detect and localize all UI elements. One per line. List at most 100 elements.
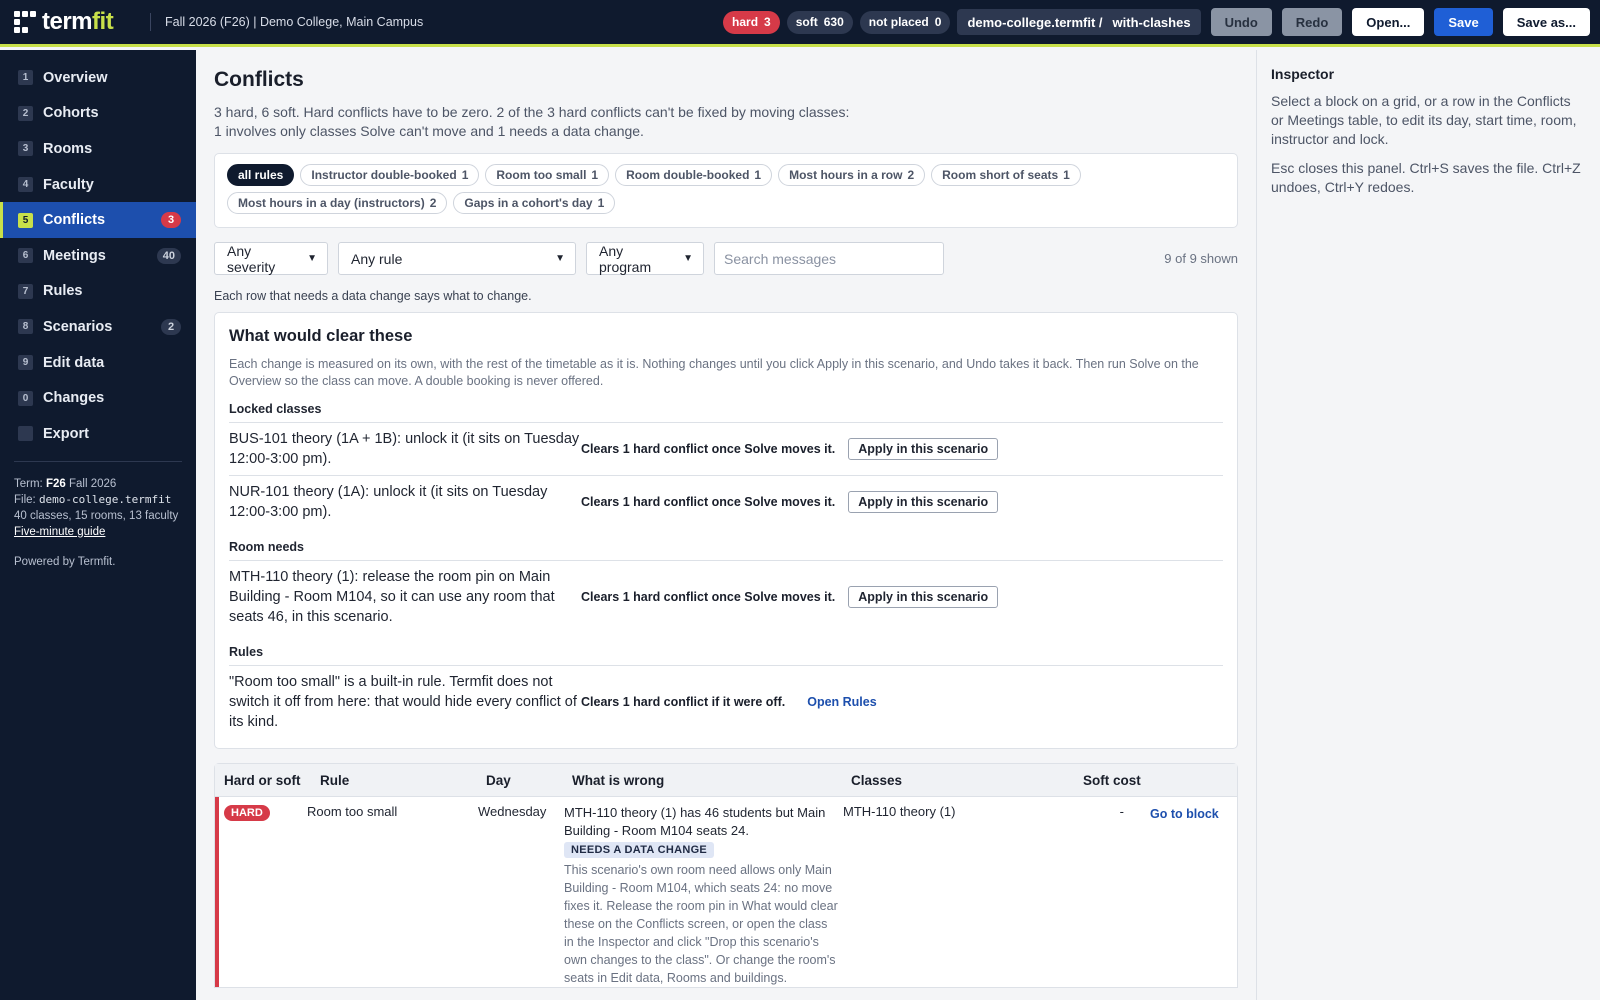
group-heading-room-needs: Room needs [229, 540, 1223, 561]
sidebar-item-edit-data[interactable]: 9 Edit data [0, 345, 196, 381]
soft-cost-cell: - [1119, 804, 1124, 819]
inspector-panel: Inspector Select a block on a grid, or a… [1256, 50, 1600, 1000]
apply-in-scenario-button[interactable]: Apply in this scenario [848, 438, 999, 460]
sidebar-item-overview[interactable]: 1 Overview [0, 60, 196, 96]
rule-filter-chips: all rules Instructor double-booked 1 Room… [214, 153, 1238, 228]
guide-link[interactable]: Five-minute guide [14, 526, 105, 538]
go-to-block-link[interactable]: Go to block [1150, 807, 1219, 821]
term-line: Term: F26 Fall 2026 [14, 477, 117, 490]
hard-count-pill: hard 3 [723, 10, 780, 34]
sidebar-item-meetings[interactable]: 6 Meetings 40 [0, 238, 196, 274]
conflicts-table: Hard or soft Rule Day What is wrong Clas… [214, 763, 1238, 988]
fix-text: BUS-101 theory (1A + 1B): unlock it (it … [229, 431, 580, 467]
fix-text: "Room too small" is a built-in rule. Ter… [229, 674, 577, 730]
card-description: Each change is measured on its own, with… [229, 357, 1199, 388]
sidebar-item-rooms[interactable]: 3 Rooms [0, 131, 196, 167]
severity-cell: HARD [219, 804, 307, 987]
fix-effect: Clears 1 hard conflict once Solve moves … [581, 590, 836, 604]
column-header[interactable]: Rule [311, 773, 477, 788]
hard-badge: HARD [224, 805, 270, 821]
column-header[interactable]: Classes [842, 773, 1074, 788]
top-bar: termfit Fall 2026 (F26) | Demo College, … [0, 0, 1600, 47]
fix-row: MTH-110 theory (1): release the room pin… [229, 561, 1223, 633]
rule-select[interactable]: Any rule ▼ [338, 242, 576, 275]
sidebar-item-conflicts[interactable]: 5 Conflicts 3 [0, 202, 196, 238]
conflict-count-badge: 3 [161, 212, 181, 229]
shortcut-key: 5 [18, 212, 33, 228]
inspector-title: Inspector [1271, 66, 1335, 82]
search-input[interactable] [714, 242, 944, 275]
column-header[interactable]: Hard or soft [215, 773, 311, 788]
termfit-logo-icon [14, 11, 36, 33]
sidebar-item-label: Overview [43, 69, 108, 86]
sidebar-item-label: Faculty [43, 176, 94, 193]
divider [14, 460, 182, 462]
save-as-button[interactable]: Save as... [1502, 8, 1590, 36]
sidebar-item-label: Edit data [43, 354, 105, 371]
open-rules-link[interactable]: Open Rules [807, 695, 876, 709]
chip-instructor-double-booked[interactable]: Instructor double-booked 1 [300, 164, 480, 186]
chip-room-too-small[interactable]: Room too small 1 [485, 164, 610, 186]
table-header: Hard or soft Rule Day What is wrong Clas… [215, 764, 1237, 797]
chip-most-hours-in-a-day[interactable]: Most hours in a day (instructors) 2 [227, 192, 448, 214]
sidebar-item-label: Cohorts [43, 105, 99, 122]
divider [150, 13, 151, 31]
card-title: What would clear these [229, 327, 413, 345]
fix-effect: Clears 1 hard conflict once Solve moves … [581, 442, 836, 456]
redo-button[interactable]: Redo [1281, 8, 1343, 36]
save-button[interactable]: Save [1434, 8, 1493, 36]
undo-button[interactable]: Undo [1210, 8, 1272, 36]
chip-room-short-of-seats[interactable]: Room short of seats 1 [931, 164, 1081, 186]
chip-gaps-in-cohort-day[interactable]: Gaps in a cohort's day 1 [453, 192, 616, 214]
fix-text: MTH-110 theory (1): release the room pin… [229, 569, 555, 625]
rule-cell: Room too small [307, 804, 398, 819]
sidebar-item-export[interactable]: Export [0, 416, 196, 452]
open-button[interactable]: Open... [1352, 8, 1425, 36]
meetings-count-badge: 40 [156, 247, 181, 264]
conflict-summary: 3 hard, 6 soft. Hard conflicts have to b… [214, 104, 850, 139]
filter-bar: Any severity▼ Any rule▼ Any program▼ 9 o… [214, 242, 1238, 275]
wrong-detail: This scenario's own room need allows onl… [564, 863, 838, 985]
chip-most-hours-in-a-row[interactable]: Most hours in a row 2 [778, 164, 926, 186]
shortcut-key: 9 [18, 355, 33, 371]
sidebar-nav: 1 Overview 2 Cohorts 3 Rooms 4 Faculty 5… [0, 50, 196, 452]
chip-room-double-booked[interactable]: Room double-booked 1 [615, 164, 773, 186]
table-row[interactable]: HARD Room too small Wednesday MTH-110 th… [215, 797, 1237, 987]
file-meta: Term: F26 Fall 2026 File: demo-college.t… [0, 476, 196, 540]
sidebar-item-label: Rooms [43, 140, 93, 157]
shortcut-key: 6 [18, 248, 33, 264]
go-to-block-cell: Go to block [1128, 804, 1219, 987]
shortcut-key: 0 [18, 390, 33, 406]
shortcut-key: 3 [18, 141, 33, 157]
sidebar-item-changes[interactable]: 0 Changes [0, 380, 196, 416]
file-scenario-chip: demo-college.termfit / with-clashes [957, 9, 1201, 35]
sidebar-item-scenarios[interactable]: 8 Scenarios 2 [0, 309, 196, 345]
fix-row: "Room too small" is a built-in rule. Ter… [229, 666, 1223, 738]
group-heading-locked-classes: Locked classes [229, 402, 1223, 423]
apply-in-scenario-button[interactable]: Apply in this scenario [848, 586, 999, 608]
brand[interactable]: termfit [0, 8, 150, 36]
sidebar-item-cohorts[interactable]: 2 Cohorts [0, 96, 196, 132]
shown-count: 9 of 9 shown [1164, 251, 1238, 266]
group-heading-rules: Rules [229, 645, 1223, 666]
wrong-summary: MTH-110 theory (1) has 46 students but M… [564, 805, 826, 838]
program-select[interactable]: Any program ▼ [586, 242, 704, 275]
column-header[interactable]: Soft cost [1074, 773, 1174, 788]
shortcut-key: 7 [18, 283, 33, 299]
sidebar-item-label: Export [43, 425, 89, 442]
needs-data-change-tag: NEEDS A DATA CHANGE [564, 842, 715, 858]
severity-select[interactable]: Any severity ▼ [214, 242, 328, 275]
fix-row: NUR-101 theory (1A): unlock it (it sits … [229, 475, 1223, 528]
inspector-shortcuts: Esc closes this panel. Ctrl+S saves the … [1271, 160, 1581, 195]
apply-in-scenario-button[interactable]: Apply in this scenario [848, 491, 999, 513]
sidebar-item-label: Rules [43, 283, 83, 300]
counts-line: 40 classes, 15 rooms, 13 faculty [14, 509, 179, 522]
chip-all-rules[interactable]: all rules [227, 164, 295, 186]
column-header[interactable]: What is wrong [563, 773, 842, 788]
column-header[interactable]: Day [477, 773, 563, 788]
fix-effect: Clears 1 hard conflict once Solve moves … [581, 495, 836, 509]
sidebar-item-faculty[interactable]: 4 Faculty [0, 167, 196, 203]
page-title: Conflicts [214, 68, 304, 91]
shortcut-key [18, 426, 33, 442]
sidebar-item-rules[interactable]: 7 Rules [0, 274, 196, 310]
